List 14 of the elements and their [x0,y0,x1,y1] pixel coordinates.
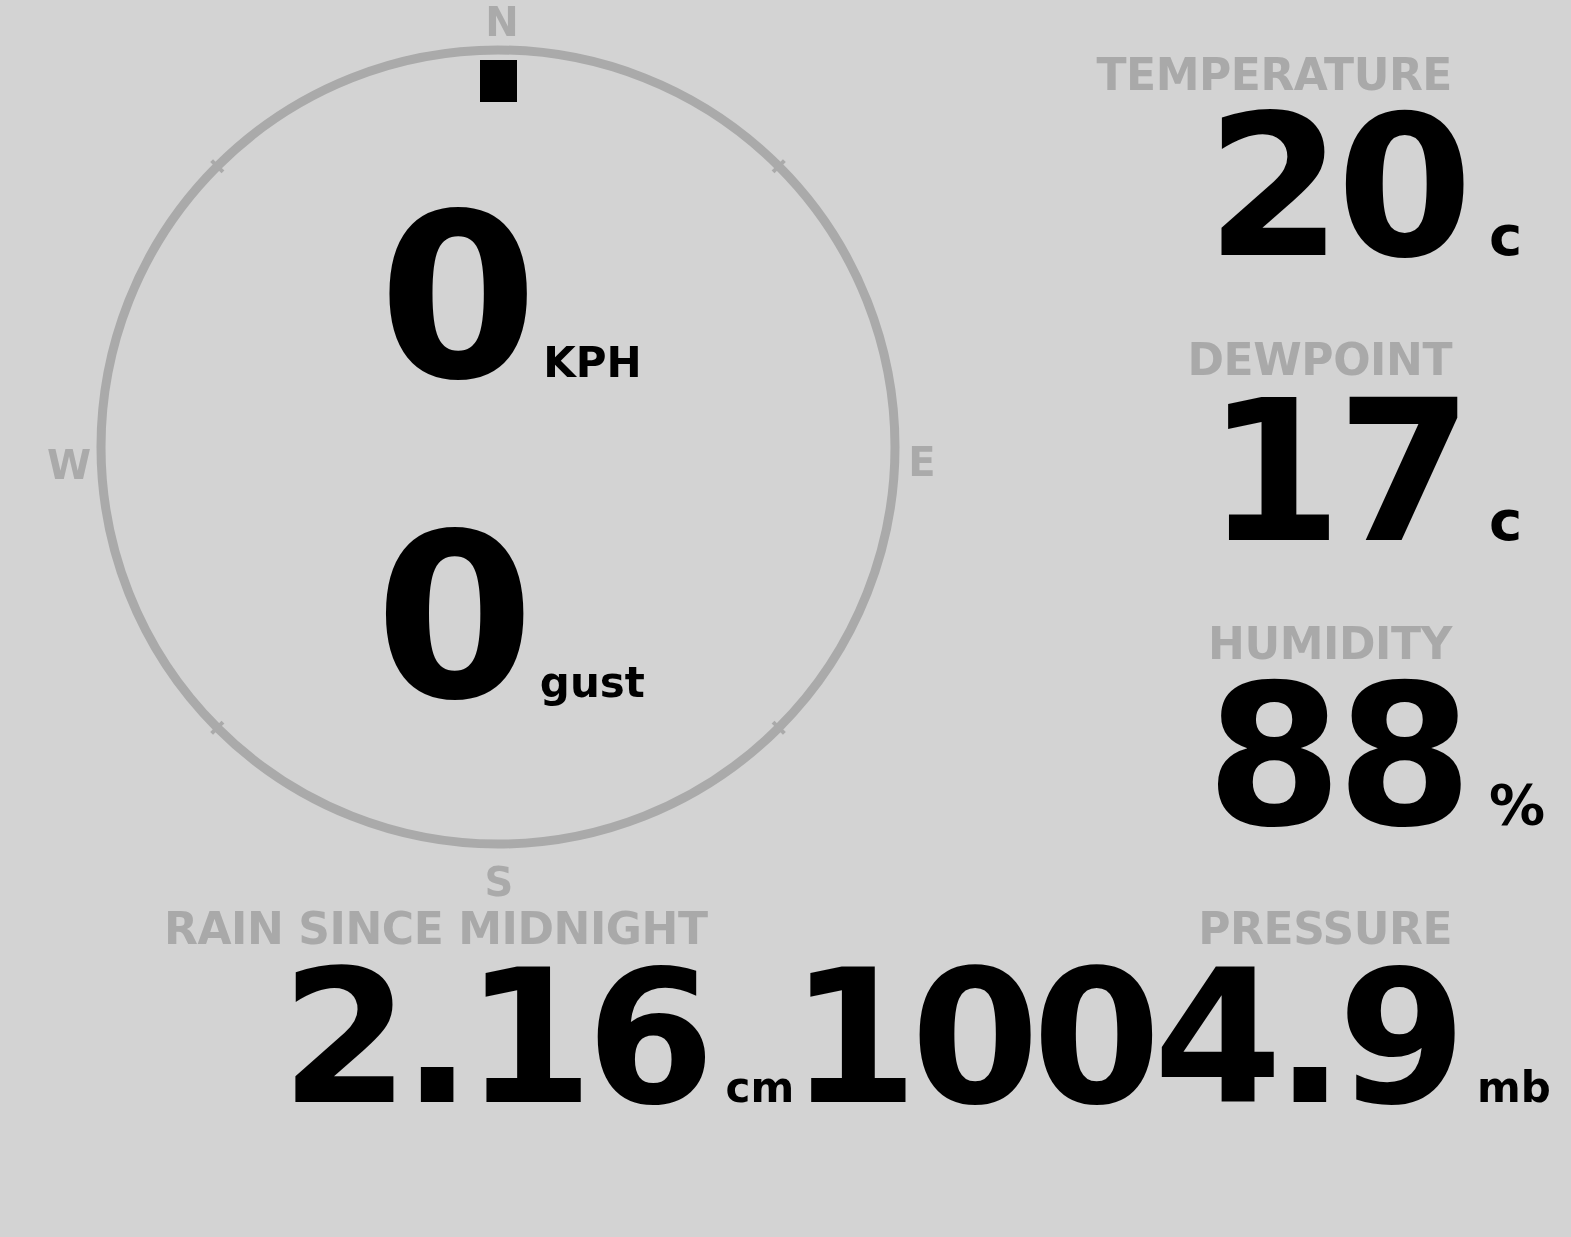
reading-value: 88 [1206,671,1467,842]
wind-speed-value: 0 [378,198,534,398]
reading-value: 2.16 [280,956,708,1121]
reading-unit: mb [1476,1067,1551,1109]
reading-unit: % [1488,777,1547,834]
wind-speed-value: 0 [375,518,530,718]
wind-speed-unit: gust [539,662,645,704]
reading-value: 20 [1206,102,1467,272]
wind-speed-unit: KPH [543,342,642,384]
direction-marker [480,60,517,102]
reading-unit: c [1488,208,1524,264]
reading-unit: cm [724,1067,790,1109]
reading-value: 17 [1206,386,1467,557]
reading-unit: c [1488,492,1524,549]
